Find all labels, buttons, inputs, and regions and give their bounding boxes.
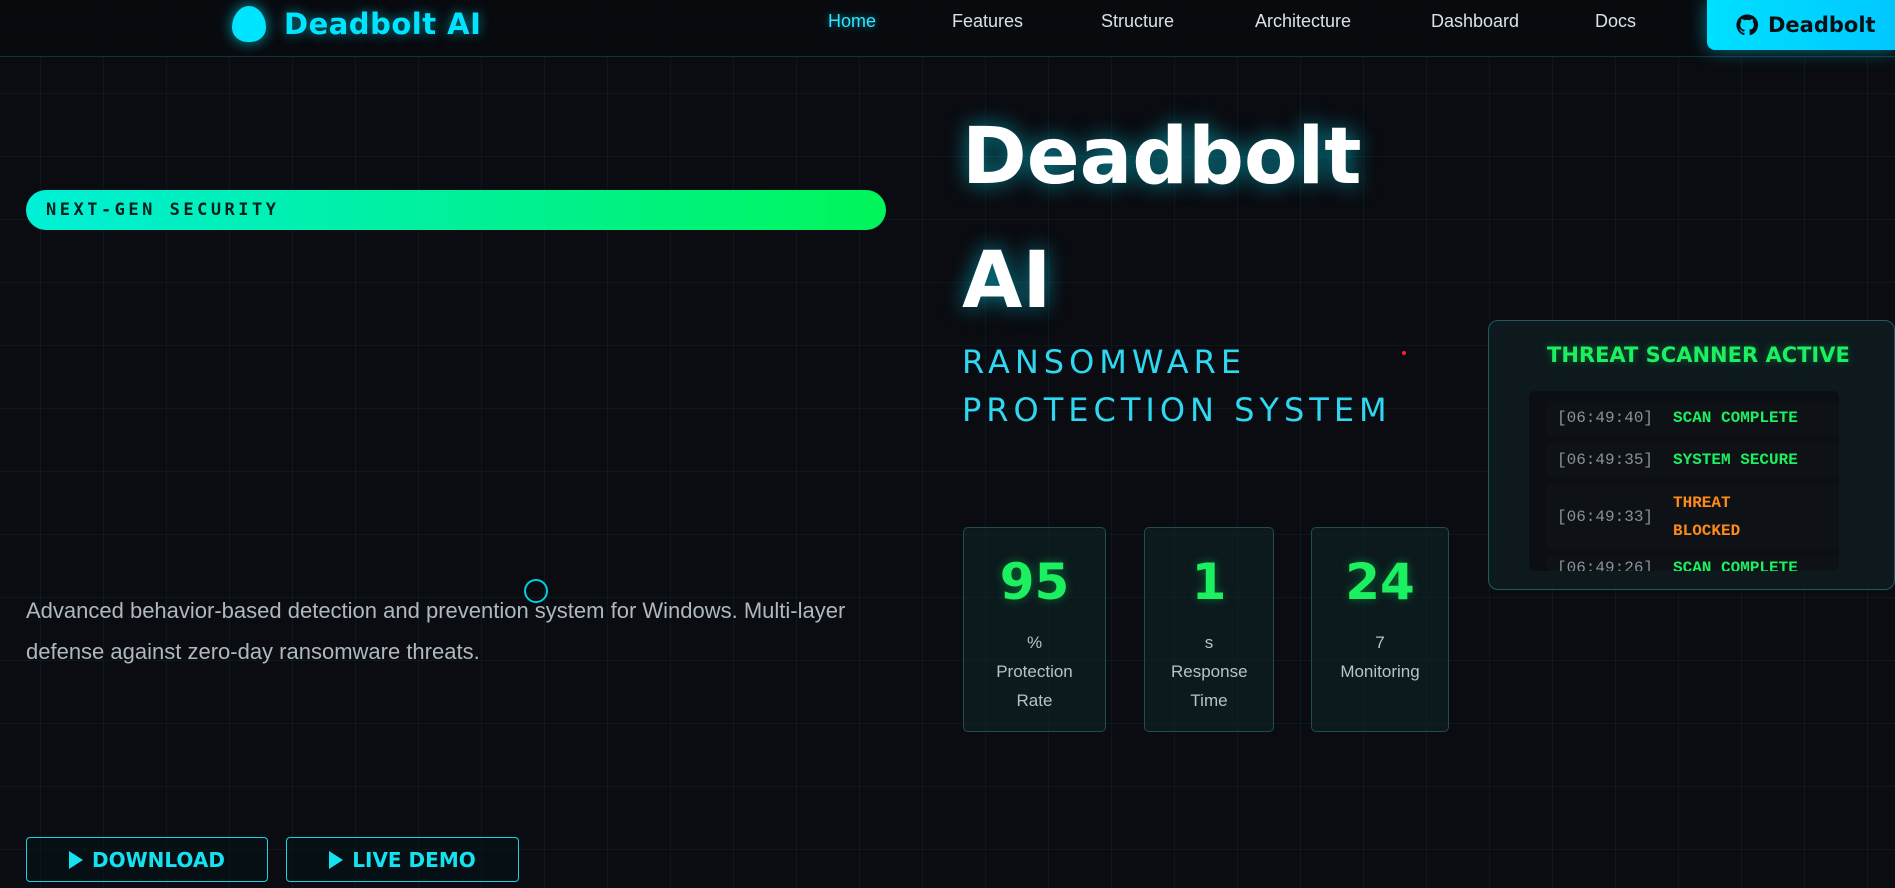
log-message: SYSTEM SECURE: [1673, 451, 1798, 469]
stat-label: Monitoring: [1340, 662, 1420, 681]
hero-subtitle-line1: RANSOMWARE: [962, 343, 1247, 381]
log-row: [06:49:35] SYSTEM SECURE: [1547, 443, 1839, 477]
hero-subtitle: RANSOMWARE PROTECTION SYSTEM: [962, 338, 1462, 434]
nav-docs[interactable]: Docs: [1595, 11, 1636, 32]
shield-drop-icon: [232, 6, 266, 42]
log-row: [06:49:40] SCAN COMPLETE: [1547, 401, 1839, 435]
log-time: [06:49:40]: [1557, 409, 1654, 427]
live-demo-button[interactable]: LIVE DEMO: [286, 837, 519, 882]
download-button[interactable]: DOWNLOAD: [26, 837, 268, 882]
github-button[interactable]: Deadbolt: [1707, 0, 1895, 50]
log-message: SCAN COMPLETE: [1673, 559, 1798, 571]
hero-badge-text: NEXT-GEN SECURITY: [46, 200, 280, 220]
live-demo-label: LIVE DEMO: [352, 847, 476, 872]
hero-description: Advanced behavior-based detection and pr…: [26, 598, 846, 664]
hero-subtitle-line2: PROTECTION SYSTEM: [962, 391, 1392, 429]
stat-card-monitoring: 24 7 Monitoring: [1311, 527, 1449, 732]
stat-card-response: 1 s Response Time: [1144, 527, 1274, 732]
stat-value: 1: [1191, 553, 1227, 611]
scanner-title: THREAT SCANNER ACTIVE: [1547, 343, 1850, 367]
nav-home[interactable]: Home: [828, 11, 876, 32]
indicator-dot: [1402, 351, 1406, 355]
log-time: [06:49:26]: [1557, 559, 1654, 571]
stat-label: Protection Rate: [996, 662, 1073, 710]
hero-title-line2: AI: [962, 236, 1052, 326]
play-icon: [329, 850, 344, 869]
hero-title: Deadbolt AI: [962, 95, 1462, 343]
stat-unit: 7: [1375, 633, 1385, 652]
stat-value: 24: [1345, 553, 1415, 611]
scanner-log[interactable]: [06:49:40] SCAN COMPLETE [06:49:35] SYST…: [1529, 391, 1839, 571]
nav-dashboard[interactable]: Dashboard: [1431, 11, 1519, 32]
brand-name: Deadbolt AI: [284, 7, 482, 41]
nav-structure[interactable]: Structure: [1101, 11, 1174, 32]
log-row: [06:49:26] SCAN COMPLETE: [1547, 557, 1839, 571]
stat-label: Response Time: [1171, 662, 1248, 710]
github-label: Deadbolt: [1768, 13, 1876, 37]
hero-badge: NEXT-GEN SECURITY: [26, 190, 886, 230]
nav-features[interactable]: Features: [952, 11, 1023, 32]
log-time: [06:49:35]: [1557, 451, 1654, 469]
cursor-ring-icon: [524, 579, 548, 603]
play-icon: [69, 850, 83, 869]
log-message: THREAT BLOCKED: [1673, 494, 1741, 540]
threat-scanner-panel: THREAT SCANNER ACTIVE [06:49:40] SCAN CO…: [1488, 320, 1895, 590]
top-nav: Deadbolt AI Home Features Structure Arch…: [0, 0, 1895, 57]
log-time: [06:49:33]: [1557, 508, 1654, 526]
hero-title-line1: Deadbolt: [962, 112, 1362, 202]
download-label: DOWNLOAD: [92, 847, 225, 872]
stat-value: 95: [999, 553, 1070, 611]
brand-logo-link[interactable]: Deadbolt AI: [232, 6, 481, 42]
log-message: SCAN COMPLETE: [1673, 409, 1798, 427]
stat-unit: s: [1204, 633, 1214, 652]
log-row: [06:49:33] THREAT BLOCKED: [1547, 485, 1839, 549]
nav-architecture[interactable]: Architecture: [1255, 11, 1351, 32]
stat-unit: %: [1026, 633, 1043, 652]
github-icon: [1736, 14, 1759, 36]
stat-card-protection: 95 % Protection Rate: [963, 527, 1106, 732]
